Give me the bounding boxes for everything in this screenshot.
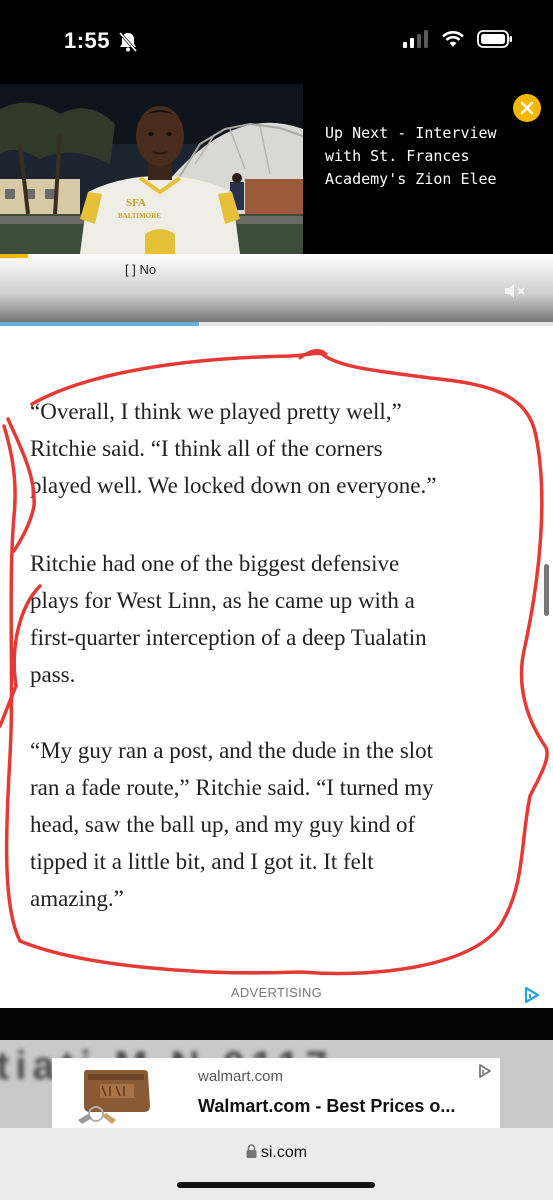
home-indicator[interactable] bbox=[177, 1182, 375, 1188]
jersey-text-sfa: SFA bbox=[126, 197, 146, 209]
video-thumbnail[interactable]: SFA BALTIMORE bbox=[0, 84, 303, 254]
browser-bottom-bar: si.com bbox=[0, 1128, 553, 1200]
captions-toggle[interactable]: [ ] No bbox=[125, 262, 156, 277]
status-bar: 1:55 bbox=[0, 0, 553, 84]
video-player[interactable]: SFA BALTIMORE Up Next - Interview with S… bbox=[0, 84, 553, 254]
ad-domain[interactable]: walmart.com bbox=[198, 1068, 283, 1085]
wifi-icon bbox=[441, 30, 465, 53]
bell-slash-icon bbox=[118, 31, 138, 58]
up-next-title[interactable]: Up Next - Interview with St. Frances Aca… bbox=[325, 122, 535, 191]
video-progress-bar[interactable] bbox=[0, 254, 28, 258]
advertising-label: ADVERTISING bbox=[230, 985, 323, 1000]
red-annotation-circle bbox=[0, 349, 549, 976]
ad-product-image[interactable] bbox=[52, 1058, 182, 1128]
battery-icon bbox=[477, 30, 513, 53]
address-bar[interactable]: si.com bbox=[0, 1144, 553, 1163]
lock-icon bbox=[246, 1144, 257, 1163]
mute-icon[interactable] bbox=[503, 282, 527, 305]
walmart-ad-card[interactable]: walmart.com Walmart.com - Best Prices o.… bbox=[52, 1058, 500, 1128]
close-icon[interactable] bbox=[513, 94, 541, 122]
player-controls: [ ] No bbox=[0, 254, 553, 326]
ad-arrow-icon[interactable] bbox=[476, 1062, 494, 1085]
article-body: “Overall, I think we played pretty well,… bbox=[0, 326, 553, 1008]
jersey-text-baltimore: BALTIMORE bbox=[118, 212, 161, 220]
scroll-indicator[interactable] bbox=[544, 564, 549, 616]
status-time: 1:55 bbox=[64, 28, 111, 53]
url-text[interactable]: si.com bbox=[261, 1144, 307, 1161]
adchoices-icon[interactable] bbox=[523, 986, 541, 1009]
ad-separator bbox=[0, 1008, 553, 1040]
ad-title[interactable]: Walmart.com - Best Prices o... bbox=[198, 1096, 455, 1117]
signal-icon bbox=[403, 30, 429, 53]
